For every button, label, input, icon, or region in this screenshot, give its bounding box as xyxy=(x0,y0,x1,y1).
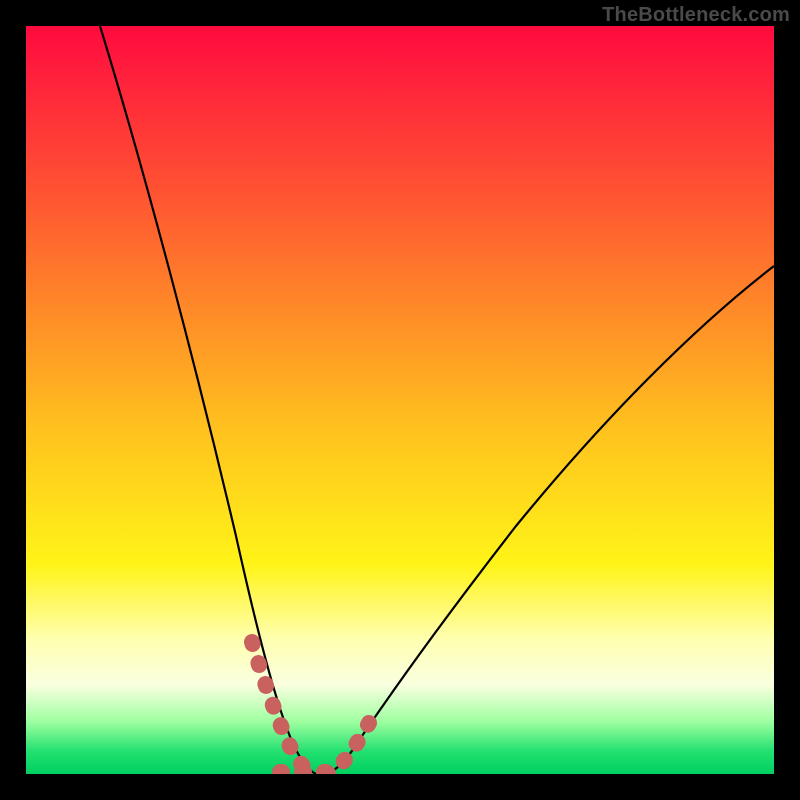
overlay-right-red xyxy=(326,708,378,774)
curve-layer xyxy=(26,26,774,774)
overlay-left-red xyxy=(252,642,316,774)
right-curve xyxy=(326,266,774,774)
chart-frame: TheBottleneck.com xyxy=(0,0,800,800)
plot-area xyxy=(26,26,774,774)
left-curve xyxy=(100,26,316,774)
watermark-text: TheBottleneck.com xyxy=(602,4,790,27)
